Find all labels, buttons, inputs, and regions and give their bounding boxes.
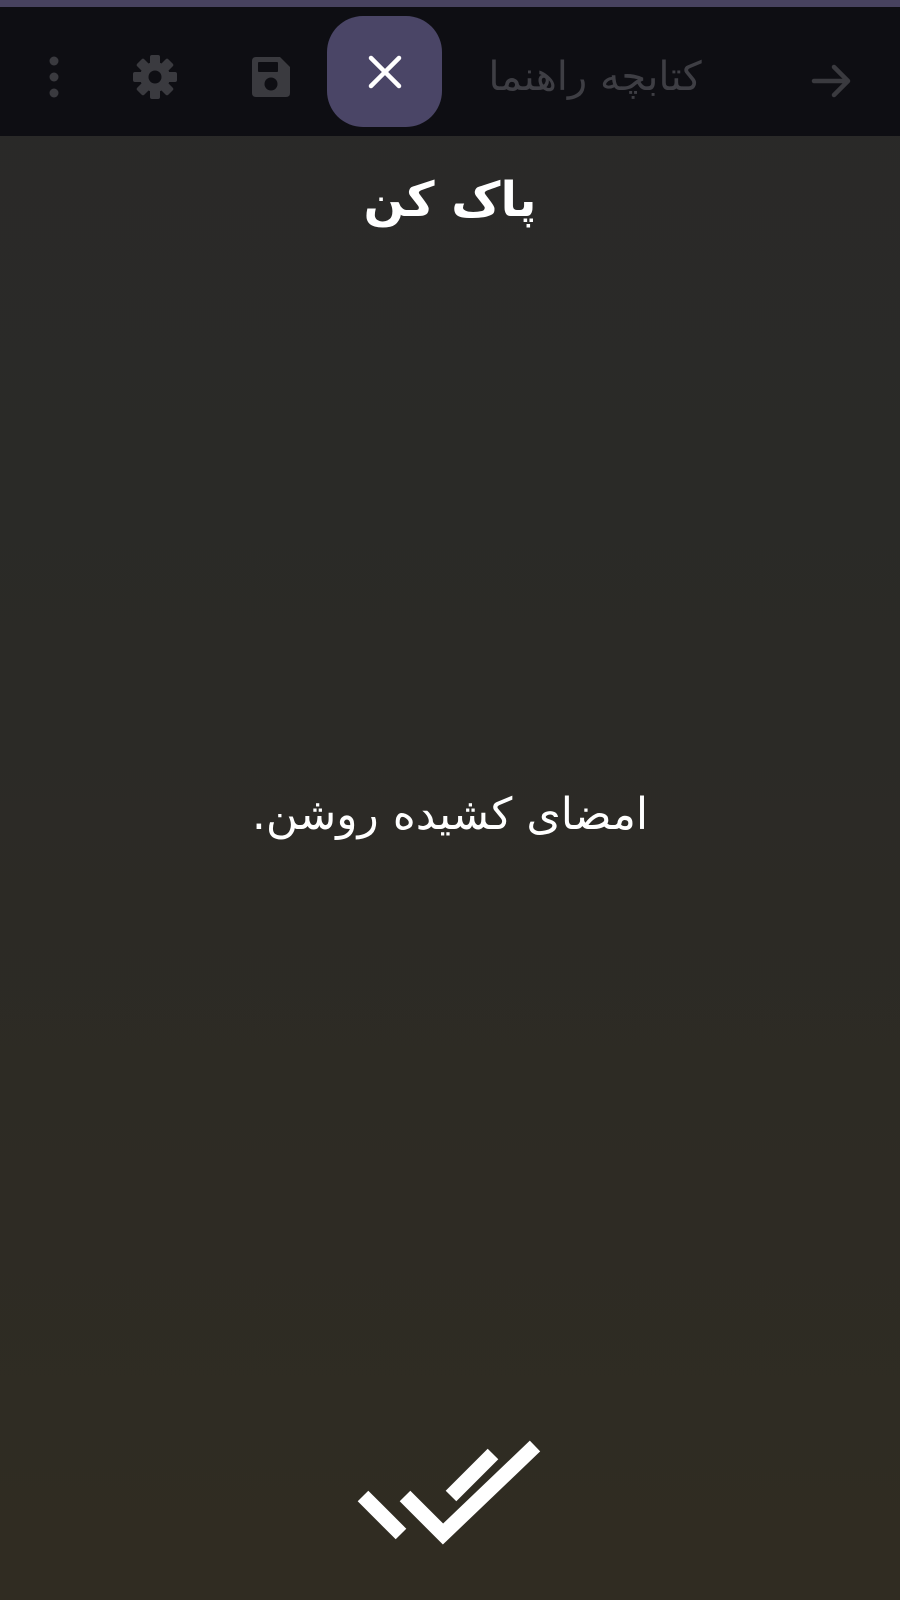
close-button[interactable]: [327, 16, 442, 127]
status-strip: [0, 0, 900, 7]
gear-icon: [133, 55, 177, 99]
back-button[interactable]: [790, 39, 874, 123]
more-vertical-icon: [49, 56, 59, 98]
overflow-menu-button[interactable]: [24, 37, 84, 117]
double-check-icon: [357, 1440, 541, 1545]
confirm-button[interactable]: [350, 1430, 550, 1560]
arrow-forward-icon: [811, 64, 851, 98]
save-icon: [252, 57, 290, 97]
close-icon: [368, 55, 401, 88]
toolbar: کتابچه راهنما: [0, 7, 900, 136]
signature-screen: کتابچه راهنما پاک کن امضای کشیده روشن.: [0, 0, 900, 1600]
save-button[interactable]: [230, 37, 310, 117]
toolbar-title: کتابچه راهنما: [488, 54, 702, 100]
clear-button[interactable]: پاک کن: [300, 160, 600, 240]
settings-button[interactable]: [115, 37, 195, 117]
signature-hint: امضای کشیده روشن.: [251, 789, 649, 840]
